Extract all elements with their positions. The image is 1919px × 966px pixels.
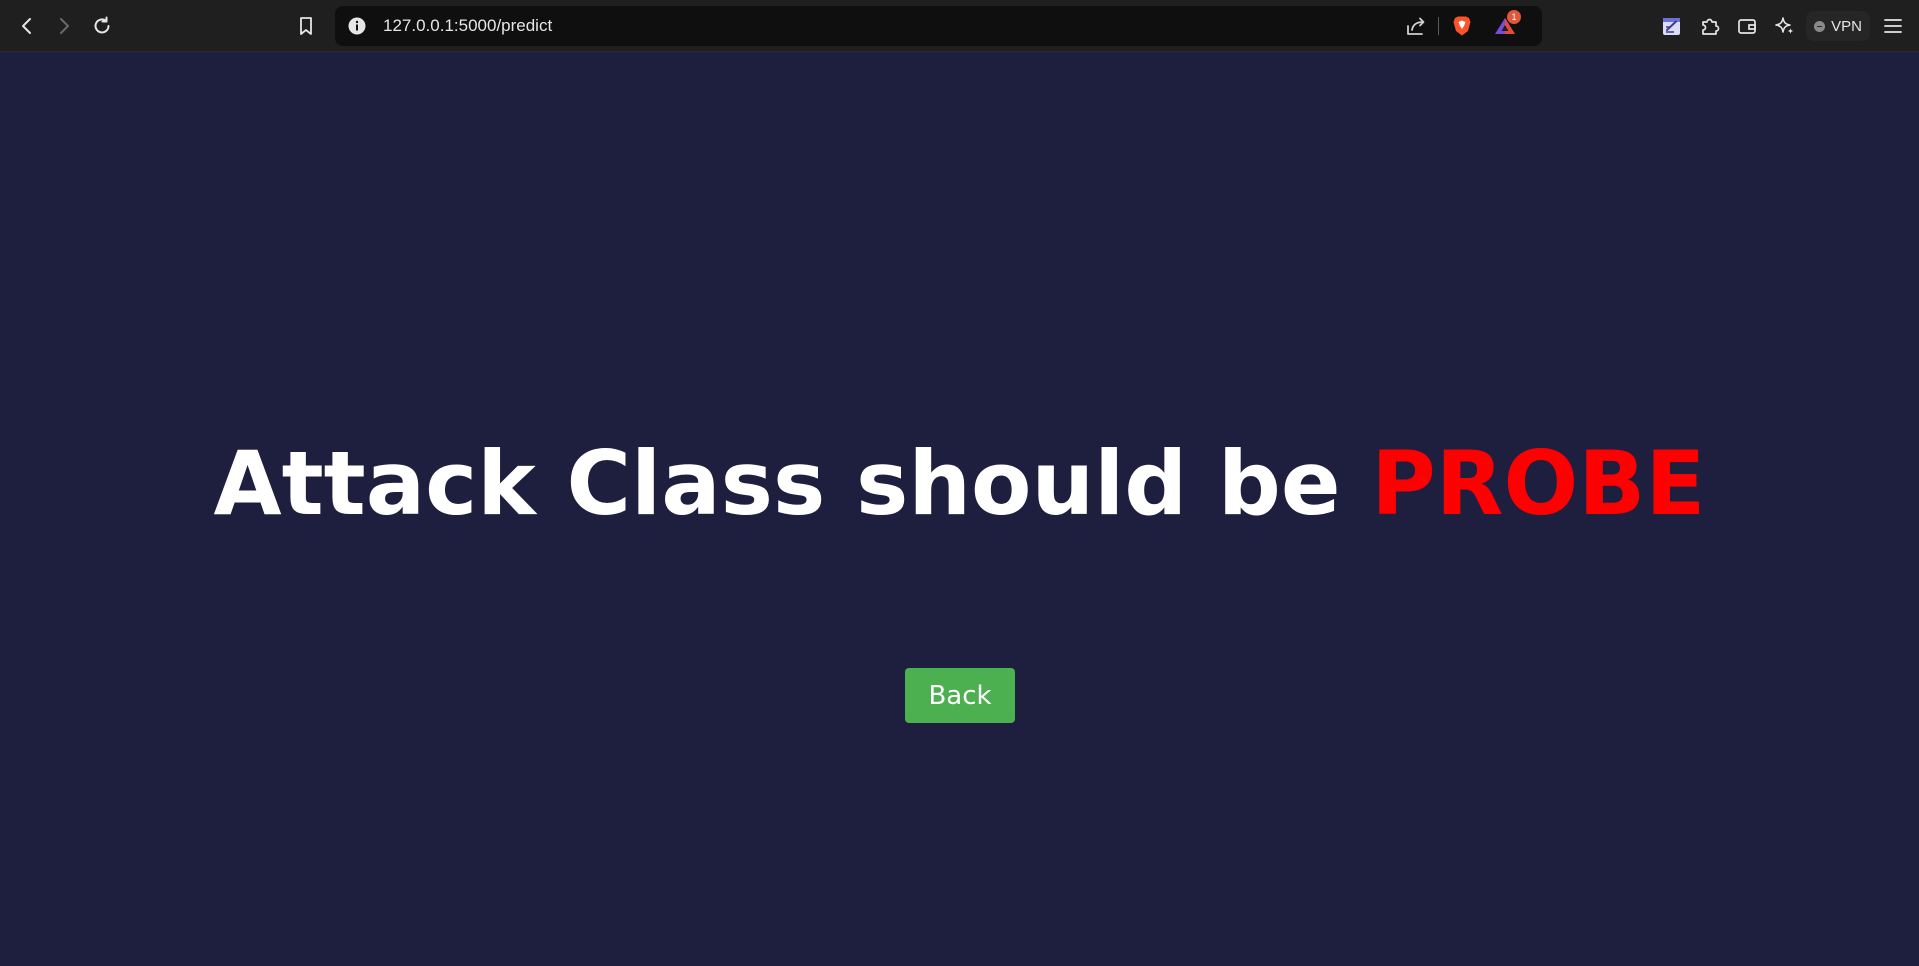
menu-icon[interactable] — [1877, 10, 1909, 42]
vpn-icon — [1814, 20, 1826, 32]
back-button[interactable]: Back — [905, 668, 1015, 723]
prediction-headline: Attack Class should be PROBE — [0, 434, 1919, 534]
address-divider — [1438, 17, 1439, 35]
notification-badge: 1 — [1507, 10, 1521, 24]
attack-class-result: PROBE — [1371, 432, 1706, 535]
vpn-label: VPN — [1831, 17, 1862, 35]
brave-rewards-icon[interactable]: 1 — [1493, 10, 1521, 38]
browser-toolbar: 127.0.0.1:5000/predict 1 VPN — [0, 0, 1919, 52]
vpn-button[interactable]: VPN — [1806, 11, 1870, 41]
forward-icon[interactable] — [48, 10, 80, 42]
address-bar[interactable]: 127.0.0.1:5000/predict 1 — [335, 6, 1542, 46]
url-text[interactable]: 127.0.0.1:5000/predict — [383, 6, 552, 46]
leo-notes-icon[interactable] — [1656, 10, 1688, 42]
reload-icon[interactable] — [86, 10, 118, 42]
extensions-icon[interactable] — [1694, 10, 1726, 42]
brave-shields-icon[interactable] — [1450, 14, 1474, 38]
headline-text: Attack Class should be — [213, 432, 1372, 535]
bookmark-icon[interactable] — [290, 10, 322, 42]
wallet-icon[interactable] — [1731, 10, 1763, 42]
back-icon[interactable] — [11, 10, 43, 42]
share-icon[interactable] — [1404, 14, 1428, 38]
info-icon[interactable] — [347, 16, 367, 36]
page-content: Attack Class should be PROBE Back — [0, 52, 1919, 966]
leo-ai-icon[interactable] — [1769, 10, 1801, 42]
